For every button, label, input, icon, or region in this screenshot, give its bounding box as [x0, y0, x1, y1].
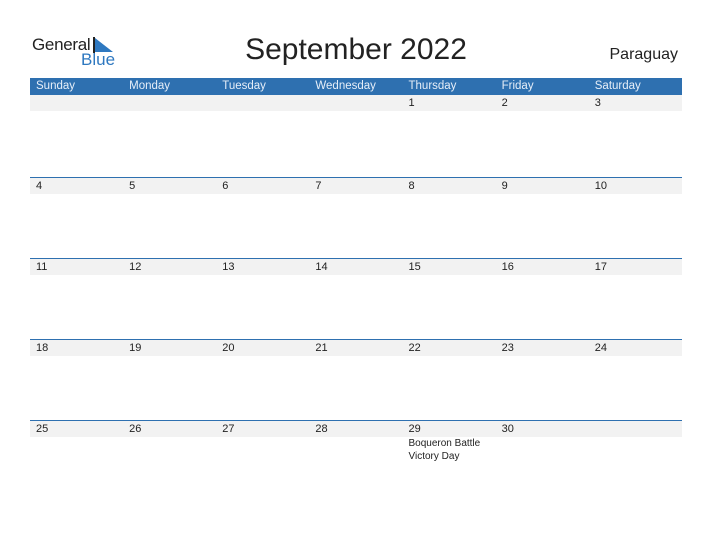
day-cell: 25 [36, 423, 49, 435]
holiday-note [589, 437, 682, 463]
day-cell [216, 95, 309, 111]
week-row: 25 26 27 28 29 30 Boqueron Battle Victory Day [30, 420, 682, 463]
day-cell: 20 [222, 342, 235, 354]
day-cell: 4 [36, 180, 43, 192]
day-cell: 18 [36, 342, 49, 354]
day-cell: 17 [594, 261, 607, 273]
country-label: Paraguay [609, 46, 679, 63]
weekday-saturday: Saturday [594, 80, 641, 92]
date-strip: 11 12 13 14 15 16 17 [30, 258, 682, 275]
week-row: 11 12 13 14 15 16 17 [30, 258, 682, 275]
day-cell: 7 [315, 180, 322, 192]
week-row: 4 5 6 7 8 9 10 [30, 177, 682, 194]
day-cell: 12 [129, 261, 142, 273]
day-cell [589, 421, 682, 437]
day-cell: 5 [129, 180, 136, 192]
day-cell: 30 [501, 423, 514, 435]
day-cell: 26 [129, 423, 142, 435]
date-strip: 4 5 6 7 8 9 10 [30, 177, 682, 194]
day-cell: 9 [501, 180, 508, 192]
week-row: 18 19 20 21 22 23 24 [30, 339, 682, 356]
day-cell: 13 [222, 261, 235, 273]
day-cell: 10 [594, 180, 607, 192]
day-cell: 29 [408, 423, 421, 435]
day-cell: 14 [315, 261, 328, 273]
notes-row: Boqueron Battle Victory Day [30, 437, 682, 463]
holiday-note [216, 437, 309, 463]
day-cell [30, 95, 123, 111]
holiday-note [30, 437, 123, 463]
date-strip: 25 26 27 28 29 30 [30, 420, 682, 437]
day-cell: 16 [501, 261, 514, 273]
holiday-note [309, 437, 402, 463]
day-cell: 21 [315, 342, 328, 354]
day-cell: 11 [36, 261, 48, 273]
date-strip: 18 19 20 21 22 23 24 [30, 339, 682, 356]
day-cell: 1 [408, 97, 415, 109]
day-cell: 19 [129, 342, 142, 354]
day-cell: 23 [501, 342, 514, 354]
date-strip: 1 2 3 [30, 95, 682, 111]
holiday-note: Boqueron Battle Victory Day [408, 438, 481, 462]
weekday-friday: Friday [501, 80, 534, 92]
weekday-tuesday: Tuesday [222, 80, 266, 92]
weekday-monday: Monday [129, 80, 171, 92]
day-cell: 3 [594, 97, 601, 109]
day-cell: 28 [315, 423, 328, 435]
day-cell: 15 [408, 261, 421, 273]
week-row: 1 2 3 [30, 95, 682, 111]
holiday-note [123, 437, 216, 463]
weekday-header: Sunday Monday Tuesday Wednesday Thursday… [30, 78, 682, 95]
weekday-thursday: Thursday [408, 80, 457, 92]
page-title: September 2022 [245, 33, 467, 66]
weekday-wednesday: Wednesday [315, 80, 376, 92]
day-cell: 24 [594, 342, 607, 354]
day-cell: 2 [501, 97, 508, 109]
weekday-sunday: Sunday [36, 80, 76, 92]
day-cell: 27 [222, 423, 235, 435]
day-cell: 6 [222, 180, 229, 192]
day-cell: 22 [408, 342, 421, 354]
day-cell [123, 95, 216, 111]
holiday-note [496, 437, 589, 463]
day-cell: 8 [408, 180, 415, 192]
day-cell [309, 95, 402, 111]
